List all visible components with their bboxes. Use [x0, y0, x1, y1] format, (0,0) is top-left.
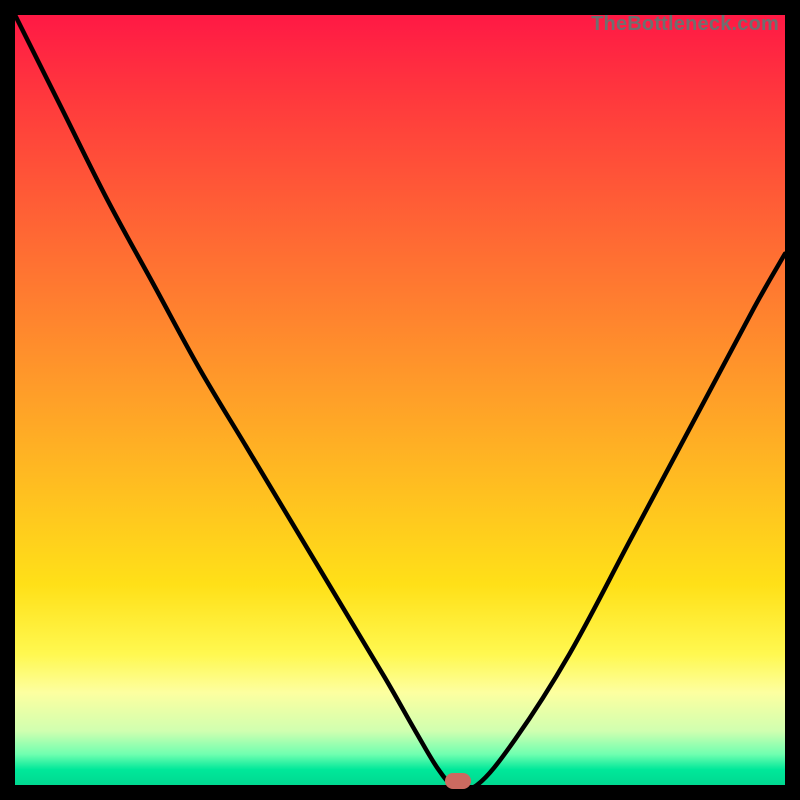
curve-svg — [15, 15, 785, 785]
chart-frame: TheBottleneck.com — [0, 0, 800, 800]
plot-area: TheBottleneck.com — [15, 15, 785, 785]
minimum-marker — [445, 773, 471, 789]
bottleneck-curve — [15, 15, 785, 785]
